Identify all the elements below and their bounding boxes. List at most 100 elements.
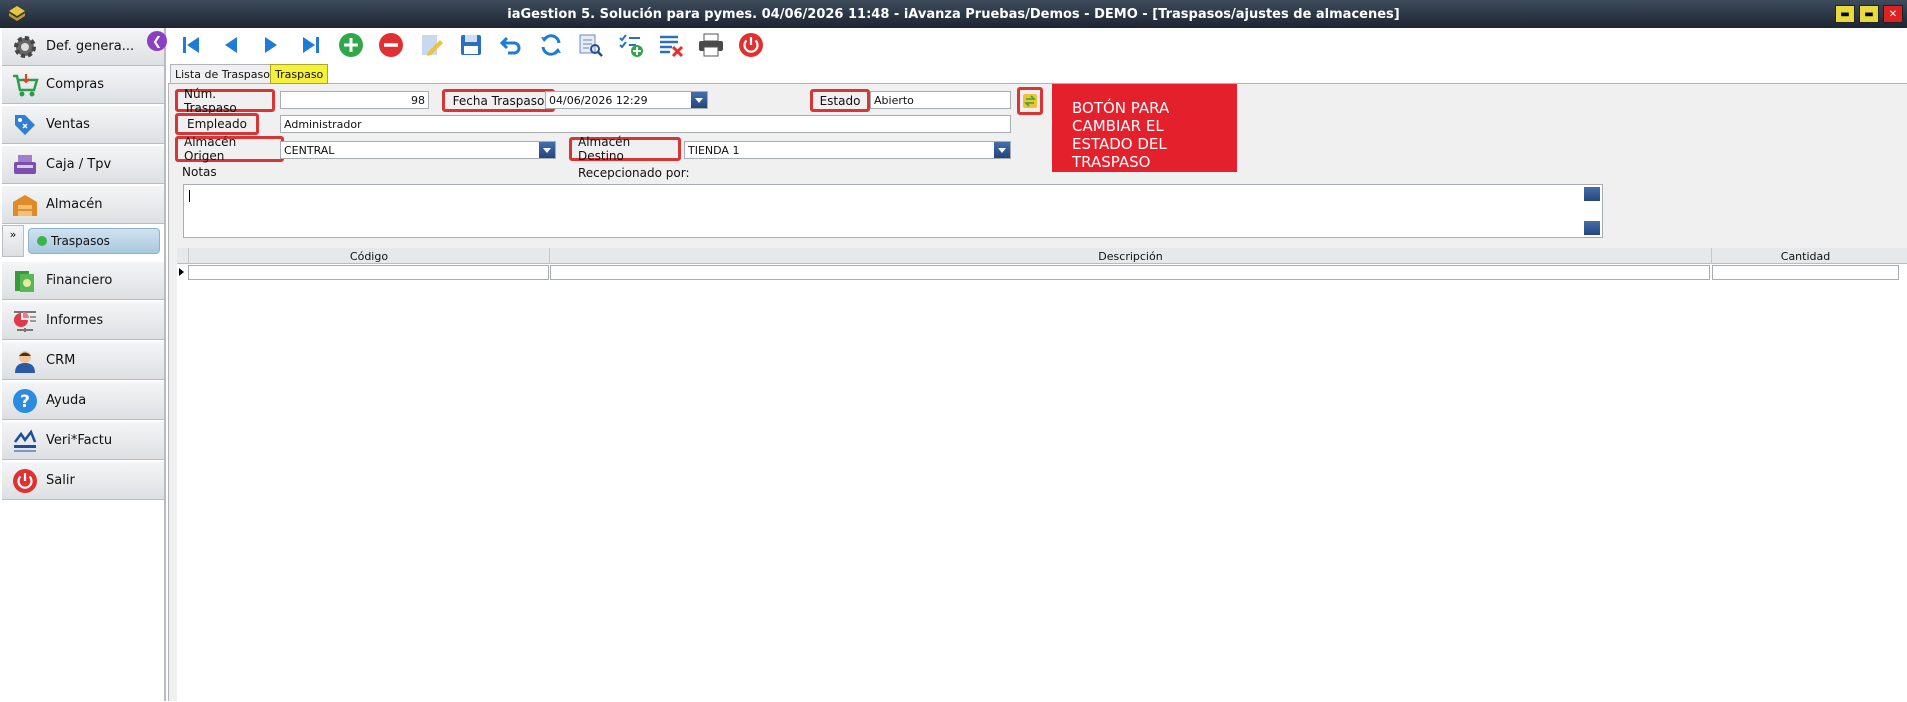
add-icon <box>339 33 363 57</box>
undo-button[interactable] <box>496 30 526 60</box>
sidebar-item-label: Almacén <box>46 197 103 212</box>
sidebar-subitem-traspasos[interactable]: Traspasos <box>28 228 160 254</box>
column-descripcion[interactable]: Descripción <box>549 248 1711 264</box>
save-button[interactable] <box>456 30 486 60</box>
minimize-button[interactable]: ▬ <box>1835 5 1855 23</box>
lines-grid: Código Descripción Cantidad <box>177 248 1907 702</box>
sidebar-subitem-label: Traspasos <box>51 234 110 248</box>
verifactu-icon <box>10 426 40 456</box>
sidebar-item-def-generales[interactable]: Def. genera... <box>2 28 164 66</box>
window-title: iaGestion 5. Solución para pymes. 04/06/… <box>507 6 1400 22</box>
sidebar-item-salir[interactable]: Salir <box>2 462 164 500</box>
sidebar-item-label: Def. genera... <box>46 39 135 54</box>
almacen-destino-dropdown[interactable] <box>994 142 1010 158</box>
notas-label: Notas <box>182 165 217 179</box>
column-codigo[interactable]: Código <box>188 248 549 264</box>
sidebar-collapse-button[interactable]: ❮ <box>147 31 167 51</box>
first-record-button[interactable] <box>176 30 206 60</box>
estado-input[interactable]: Abierto <box>870 91 1011 109</box>
scroll-down-button[interactable] <box>1584 221 1600 235</box>
scroll-up-button[interactable] <box>1584 187 1600 201</box>
sidebar-item-label: Informes <box>46 313 104 328</box>
checklist-add-icon <box>619 34 643 57</box>
power-icon <box>10 466 40 496</box>
edit-button[interactable] <box>416 30 446 60</box>
date-picker-button[interactable] <box>691 92 707 108</box>
almacen-origen-dropdown[interactable] <box>539 142 555 158</box>
last-record-button[interactable] <box>296 30 326 60</box>
sidebar-item-ventas[interactable]: Ventas <box>2 106 164 144</box>
title-bar: iaGestion 5. Solución para pymes. 04/06/… <box>0 0 1907 28</box>
cart-icon <box>10 70 40 100</box>
almacen-origen-select[interactable]: CENTRAL <box>280 141 556 159</box>
list-delete-button[interactable] <box>656 30 686 60</box>
text-caret <box>189 190 190 202</box>
sidebar-item-label: Ventas <box>46 117 90 132</box>
print-icon <box>699 33 723 57</box>
svg-text:?: ? <box>20 392 30 412</box>
remove-icon <box>379 33 403 57</box>
sidebar-item-almacen[interactable]: Almacén <box>2 186 164 224</box>
fecha-traspaso-input[interactable]: 04/06/2026 12:29 <box>545 91 708 109</box>
row-pointer-icon <box>179 268 184 276</box>
cell-codigo[interactable] <box>188 265 549 280</box>
register-icon <box>10 150 40 180</box>
active-dot-icon <box>37 236 47 246</box>
tab-traspaso[interactable]: Traspaso <box>270 64 329 84</box>
list-delete-icon <box>660 35 684 58</box>
num-traspaso-input[interactable]: 98 <box>280 91 429 109</box>
fecha-traspaso-value: 04/06/2026 12:29 <box>549 93 648 107</box>
tag-icon <box>10 110 40 140</box>
almacen-origen-value: CENTRAL <box>284 143 335 157</box>
add-button[interactable] <box>336 30 366 60</box>
traspaso-form: Núm. Traspaso 98 Fecha Traspaso 04/06/20… <box>168 84 1907 702</box>
almacen-origen-label: Almacén Origen <box>175 135 284 163</box>
sidebar-item-verifactu[interactable]: Veri*Factu <box>2 422 164 460</box>
swap-state-icon <box>1023 94 1037 108</box>
maximize-button[interactable]: ▬ <box>1859 5 1879 23</box>
refresh-button[interactable] <box>536 30 566 60</box>
delete-button[interactable] <box>376 30 406 60</box>
sidebar-item-label: CRM <box>46 353 76 368</box>
sidebar-item-financiero[interactable]: Financiero <box>2 262 164 300</box>
app-logo-icon <box>9 6 25 21</box>
almacen-destino-label: Almacén Destino <box>569 135 681 163</box>
sidebar-item-crm[interactable]: CRM <box>2 342 164 380</box>
sidebar-item-ayuda[interactable]: ? Ayuda <box>2 382 164 420</box>
warehouse-icon <box>10 190 40 220</box>
undo-icon <box>499 36 521 55</box>
previous-record-button[interactable] <box>216 30 246 60</box>
change-state-button[interactable] <box>1017 87 1043 115</box>
search-button[interactable] <box>576 30 606 60</box>
close-button[interactable]: ✕ <box>1883 5 1903 23</box>
tab-bar: Lista de Traspasos Traspaso <box>168 62 1907 84</box>
edit-icon <box>422 35 443 56</box>
next-record-button[interactable] <box>256 30 286 60</box>
num-traspaso-label: Núm. Traspaso <box>175 87 275 115</box>
money-icon <box>10 266 40 296</box>
search-icon <box>579 34 603 57</box>
cell-cantidad[interactable] <box>1712 265 1899 280</box>
tab-lista-traspasos[interactable]: Lista de Traspasos <box>170 64 281 84</box>
almacen-destino-value: TIENDA 1 <box>688 143 740 157</box>
submenu-toggle[interactable]: » <box>2 225 24 257</box>
checklist-add-button[interactable] <box>616 30 646 60</box>
empleado-input[interactable]: Administrador <box>280 115 1011 133</box>
sidebar-item-label: Salir <box>46 473 75 488</box>
almacen-destino-select[interactable]: TIENDA 1 <box>684 141 1011 159</box>
help-icon: ? <box>10 386 40 416</box>
sidebar-item-caja-tpv[interactable]: Caja / Tpv <box>2 146 164 184</box>
column-cantidad[interactable]: Cantidad <box>1711 248 1899 264</box>
sidebar-item-informes[interactable]: Informes <box>2 302 164 340</box>
cell-descripcion[interactable] <box>550 265 1710 280</box>
exit-button[interactable] <box>736 30 766 60</box>
sidebar: Def. genera... ❮ Compras Ventas Caja / T… <box>0 28 167 701</box>
sidebar-item-compras[interactable]: Compras <box>2 66 164 104</box>
first-icon <box>183 37 199 53</box>
change-state-callout: BOTÓN PARA CAMBIAR EL ESTADO DEL TRASPAS… <box>1052 84 1237 172</box>
sidebar-item-label: Ayuda <box>46 393 87 408</box>
table-row[interactable] <box>177 265 1907 280</box>
empleado-label: Empleado <box>175 113 259 135</box>
notas-textarea[interactable] <box>183 184 1603 238</box>
print-button[interactable] <box>696 30 726 60</box>
